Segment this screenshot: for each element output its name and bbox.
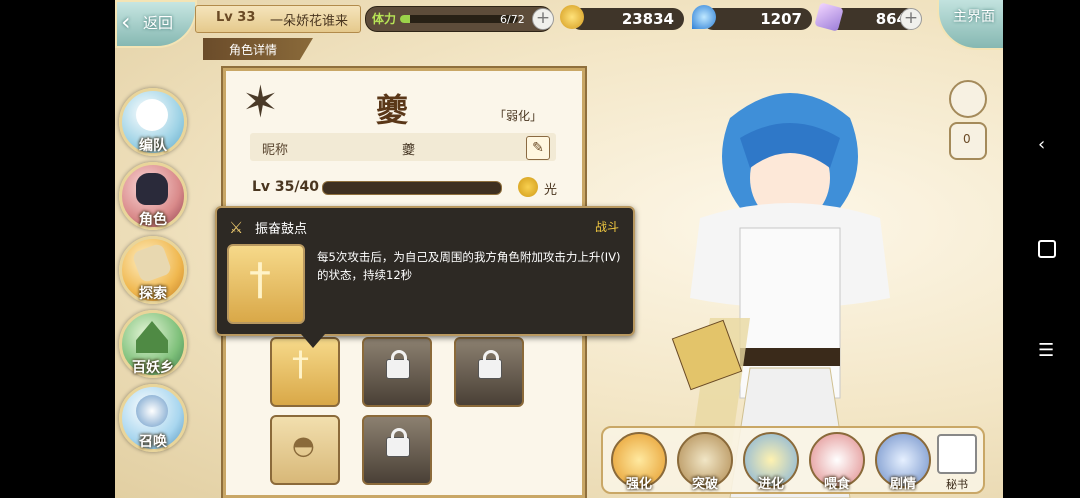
skill-type: 战斗 xyxy=(594,220,619,234)
lock-icon xyxy=(386,428,410,457)
nav-team-button[interactable]: 编队 xyxy=(119,88,187,156)
add-stamina-button[interactable]: + xyxy=(532,8,554,30)
nav-village-label: 百妖乡 xyxy=(132,360,174,376)
evolve-button[interactable]: 进化 xyxy=(743,432,799,492)
player-level-bar: Lv 33 一朵娇花谁来 xyxy=(195,5,361,33)
light-attribute-icon xyxy=(518,177,538,197)
bag-icon: ◓ xyxy=(292,431,315,461)
game-screen: ‹ 返回 Lv 33 一朵娇花谁来 体力 6/72 + 23834 1207 8… xyxy=(115,0,1003,498)
lock-icon xyxy=(478,350,502,379)
water-counter: 1207 xyxy=(692,5,812,30)
skill-slot-locked[interactable] xyxy=(454,337,524,407)
nav-summon-button[interactable]: 召唤 xyxy=(119,384,187,452)
system-menu-icon[interactable]: ☰ xyxy=(1038,342,1054,360)
add-crystal-button[interactable]: + xyxy=(900,8,922,30)
enhance-label: 强化 xyxy=(625,477,652,492)
explore-icon xyxy=(131,242,173,284)
story-label: 剧情 xyxy=(889,477,916,492)
subtab-label: 角色详情 xyxy=(229,43,278,57)
emotion-button[interactable] xyxy=(949,80,987,118)
nickname-value: 夔 xyxy=(402,143,416,158)
water-value: 1207 xyxy=(760,10,802,28)
enhance-button[interactable]: 强化 xyxy=(611,432,667,492)
nav-character-label: 角色 xyxy=(139,212,167,228)
secretary-button[interactable]: 秘书 xyxy=(937,434,977,491)
lock-icon xyxy=(386,350,410,379)
player-name: 一朵娇花谁来 xyxy=(270,14,349,29)
affection-button[interactable]: 0 xyxy=(949,122,987,160)
stamina-fill xyxy=(400,15,410,23)
feed-button[interactable]: 喂食 xyxy=(809,432,865,492)
character-level: Lv 35/40 xyxy=(252,179,319,195)
story-button[interactable]: 剧情 xyxy=(875,432,931,492)
stamina-label: 体力 xyxy=(372,12,397,26)
character-name: 夔 xyxy=(376,91,409,129)
back-chevron-icon: ‹ xyxy=(121,8,131,36)
stamina-bar: 体力 6/72 xyxy=(365,6,553,32)
system-back-icon[interactable]: ‹ xyxy=(1038,136,1045,154)
breakthrough-label: 突破 xyxy=(691,477,718,492)
player-level: Lv 33 xyxy=(216,10,256,25)
stamina-value: 6/72 xyxy=(500,13,525,26)
sword-icon: † xyxy=(292,344,309,384)
nickname-row: 昵称 夔 ✎ xyxy=(250,133,556,161)
character-icon xyxy=(136,173,168,205)
system-home-icon[interactable] xyxy=(1038,240,1056,258)
skill-tooltip: ⚔ 振奋鼓点 战斗 † 每5次攻击后，为自己及周围的我方角色附加攻击力上升(IV… xyxy=(215,206,635,348)
character-details-tab: 角色详情 xyxy=(203,38,313,60)
water-drop-icon xyxy=(692,5,716,29)
skill-description: 每5次攻击后，为自己及周围的我方角色附加攻击力上升(IV)的状态，持续12秒 xyxy=(317,250,621,282)
skill-title: 振奋鼓点 xyxy=(255,222,308,237)
action-bar: 强化 突破 进化 喂食 剧情 秘书 xyxy=(601,426,985,494)
item-slot-bag[interactable]: ◓ xyxy=(270,415,340,485)
summon-icon xyxy=(136,395,168,427)
gold-value: 23834 xyxy=(621,10,674,28)
crossed-swords-icon: ⚔ xyxy=(229,218,244,237)
gold-counter: 23834 xyxy=(560,5,684,30)
feed-label: 喂食 xyxy=(823,477,850,492)
skill-grid: † ◓ xyxy=(266,335,546,485)
village-icon xyxy=(136,321,168,353)
nickname-label: 昵称 xyxy=(262,143,289,158)
gold-coin-icon xyxy=(560,5,584,29)
skill-slot-locked[interactable] xyxy=(362,415,432,485)
rarity-star-icon: ✶ xyxy=(242,77,279,128)
exp-bar xyxy=(322,181,502,195)
breakthrough-button[interactable]: 突破 xyxy=(677,432,733,492)
back-label: 返回 xyxy=(143,14,174,32)
crystal-icon xyxy=(814,2,844,32)
back-button[interactable]: ‹ 返回 xyxy=(115,0,197,48)
sword-icon: † xyxy=(249,254,271,305)
home-label: 主界面 xyxy=(953,9,995,25)
nav-team-label: 编队 xyxy=(139,138,167,154)
nav-explore-button[interactable]: 探索 xyxy=(119,236,187,304)
edit-nickname-button[interactable]: ✎ xyxy=(526,136,550,160)
nav-explore-label: 探索 xyxy=(139,286,167,302)
attribute-label: 光 xyxy=(544,183,558,198)
home-button[interactable]: 主界面 xyxy=(937,0,1003,50)
nav-village-button[interactable]: 百妖乡 xyxy=(119,310,187,378)
skill-slot-locked[interactable] xyxy=(362,337,432,407)
nav-summon-label: 召唤 xyxy=(139,434,167,450)
secretary-label: 秘书 xyxy=(946,478,968,491)
pencil-icon: ✎ xyxy=(532,140,544,156)
affection-count: 0 xyxy=(963,132,971,146)
team-icon xyxy=(136,99,168,131)
character-status: 「弱化」 xyxy=(494,109,543,123)
evolve-label: 进化 xyxy=(757,477,784,492)
skill-icon: † xyxy=(227,244,305,324)
nav-character-button[interactable]: 角色 xyxy=(119,162,187,230)
left-letterbox xyxy=(0,0,115,498)
